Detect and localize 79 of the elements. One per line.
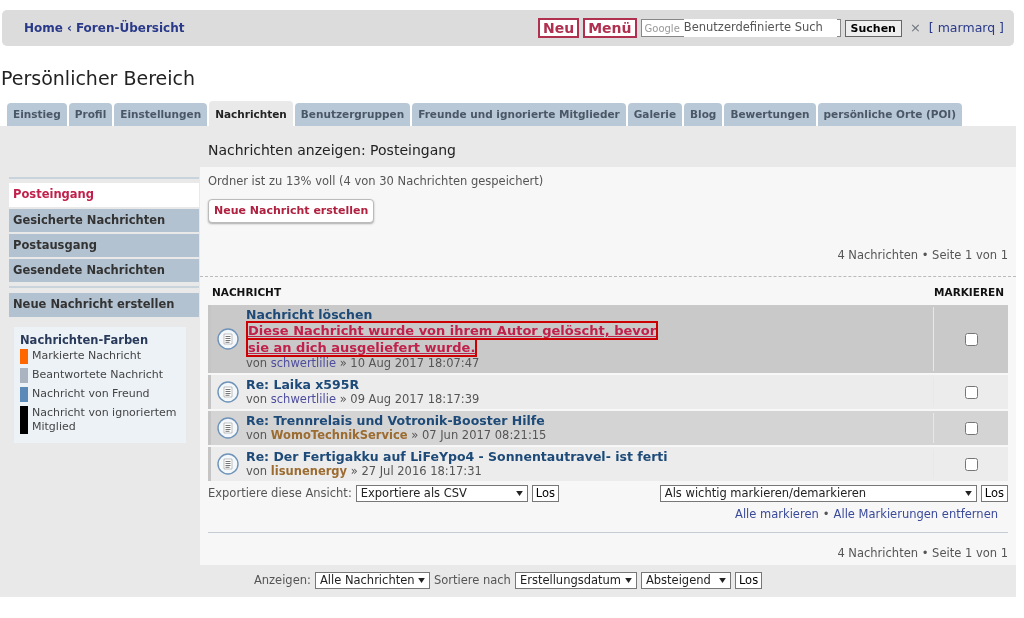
- page-title: Persönlicher Bereich: [1, 66, 196, 91]
- menu-button[interactable]: Neu: [537, 18, 580, 38]
- caret-icon: [964, 491, 972, 497]
- tab[interactable]: Einstieg: [7, 102, 67, 127]
- legend-label: Markierte Nachricht: [32, 348, 141, 364]
- author-link[interactable]: schwertlilie: [270, 392, 336, 406]
- sidebar-item[interactable]: Gesendete Nachrichten: [9, 259, 199, 283]
- sidebar-item[interactable]: Posteingang: [9, 183, 199, 207]
- author-link[interactable]: schwertlilie: [270, 356, 336, 370]
- tab[interactable]: Benutzergruppen: [294, 102, 411, 127]
- by-label: von: [246, 392, 268, 406]
- mark-checkbox[interactable]: [964, 332, 978, 346]
- go-button[interactable]: Los: [980, 485, 1008, 503]
- message-title-link[interactable]: Re: Der Fertigakku auf LiFeYpo4 - Sonnentautravel- ist ferti: [246, 449, 933, 464]
- deleted-notice: Diese Nachricht wurde von ihrem Autor gelöscht, bevor sie an dich ausgeliefert wurde.: [246, 322, 660, 356]
- bullet-separator: •: [822, 506, 830, 524]
- caret-icon: [624, 577, 632, 583]
- message-icon: [217, 417, 239, 439]
- show-label: Anzeigen:: [253, 571, 311, 589]
- sidebar-item[interactable]: Neue Nachricht erstellen: [9, 293, 199, 317]
- tab[interactable]: Galerie: [627, 102, 683, 127]
- message-title-link[interactable]: Re: Laika x595R: [246, 377, 933, 392]
- section-heading: Nachrichten anzeigen: Posteingang: [207, 141, 457, 161]
- select-dropdown[interactable]: Erstellungsdatum: [514, 571, 637, 589]
- mark-all-link[interactable]: Alle markieren: [735, 506, 819, 524]
- legend-title: Nachrichten-Farben: [20, 331, 150, 349]
- clear-icon[interactable]: ×: [909, 18, 921, 38]
- select-dropdown[interactable]: Als wichtig markieren/demarkieren: [659, 485, 977, 503]
- message-title-link[interactable]: Re: Trennrelais und Votronik-Booster Hilfe: [246, 413, 933, 428]
- caret-icon: [515, 491, 523, 497]
- tab[interactable]: Einstellungen: [114, 102, 208, 127]
- breadcrumb-link[interactable]: Foren-Übersicht: [75, 19, 185, 37]
- search-button[interactable]: Suchen: [844, 19, 902, 37]
- by-label: von: [246, 464, 268, 478]
- message-icon: [217, 328, 239, 350]
- pagination-text: 4 Nachrichten • Seite 1 von 1: [836, 544, 1008, 562]
- mark-checkbox[interactable]: [964, 421, 978, 435]
- caret-icon: [417, 577, 425, 583]
- by-label: von: [246, 356, 268, 370]
- export-label: Exportiere diese Ansicht:: [208, 485, 352, 502]
- legend-label: Beantwortete Nachricht: [32, 367, 164, 383]
- select-dropdown[interactable]: Exportiere als CSV: [355, 485, 528, 503]
- tab[interactable]: persönliche Orte (POI): [817, 102, 963, 127]
- message-date: » 09 Aug 2017 18:17:39: [339, 392, 480, 406]
- sidebar-item[interactable]: Gesicherte Nachrichten: [9, 208, 199, 232]
- sort-label: Sortiere nach: [433, 571, 511, 589]
- new-message-button[interactable]: Neue Nachricht erstellen: [208, 198, 375, 223]
- legend-label: Nachricht von ignoriertem Mitglied: [32, 405, 178, 434]
- message-icon: [217, 453, 239, 475]
- menu-button[interactable]: Menü: [583, 18, 637, 38]
- legend-label: Nachricht von Freund: [32, 386, 150, 402]
- tab[interactable]: Bewertungen: [724, 102, 816, 127]
- column-header: MARKIEREN: [934, 285, 1004, 301]
- message-date: » 27 Jul 2016 18:17:31: [350, 464, 482, 478]
- author-link[interactable]: lisunenergy: [270, 464, 348, 478]
- unmark-all-link[interactable]: Alle Markierungen entfernen: [833, 506, 998, 524]
- go-button[interactable]: Los: [531, 485, 559, 503]
- select-dropdown[interactable]: Alle Nachrichten: [314, 571, 430, 589]
- quota-text: Ordner ist zu 13% voll (4 von 30 Nachrichten gespeichert): [208, 173, 545, 191]
- tab[interactable]: Profil: [68, 102, 113, 127]
- sidebar-item[interactable]: Postausgang: [9, 233, 199, 257]
- pagination-text: 4 Nachrichten • Seite 1 von 1: [836, 247, 1008, 264]
- mark-checkbox[interactable]: [964, 457, 978, 471]
- tab[interactable]: Blog: [684, 102, 723, 127]
- message-icon: [217, 381, 239, 403]
- tab[interactable]: Freunde und ignorierte Mitglieder: [412, 102, 626, 127]
- tab[interactable]: Nachrichten: [209, 100, 293, 127]
- go-button[interactable]: Los: [734, 571, 763, 589]
- message-date: » 07 Jun 2017 08:21:15: [411, 428, 547, 442]
- mark-checkbox[interactable]: [964, 385, 978, 399]
- select-dropdown[interactable]: Absteigend: [640, 571, 731, 589]
- message-title-link[interactable]: Nachricht löschen: [246, 307, 933, 322]
- user-link[interactable]: [ marmarq ]: [928, 18, 1004, 38]
- breadcrumb-link[interactable]: Home: [24, 19, 63, 37]
- column-header: NACHRICHT: [212, 285, 282, 301]
- caret-icon: [718, 577, 726, 583]
- message-date: » 10 Aug 2017 18:07:47: [339, 356, 480, 370]
- by-label: von: [246, 428, 268, 442]
- breadcrumb-separator: ‹: [66, 20, 72, 37]
